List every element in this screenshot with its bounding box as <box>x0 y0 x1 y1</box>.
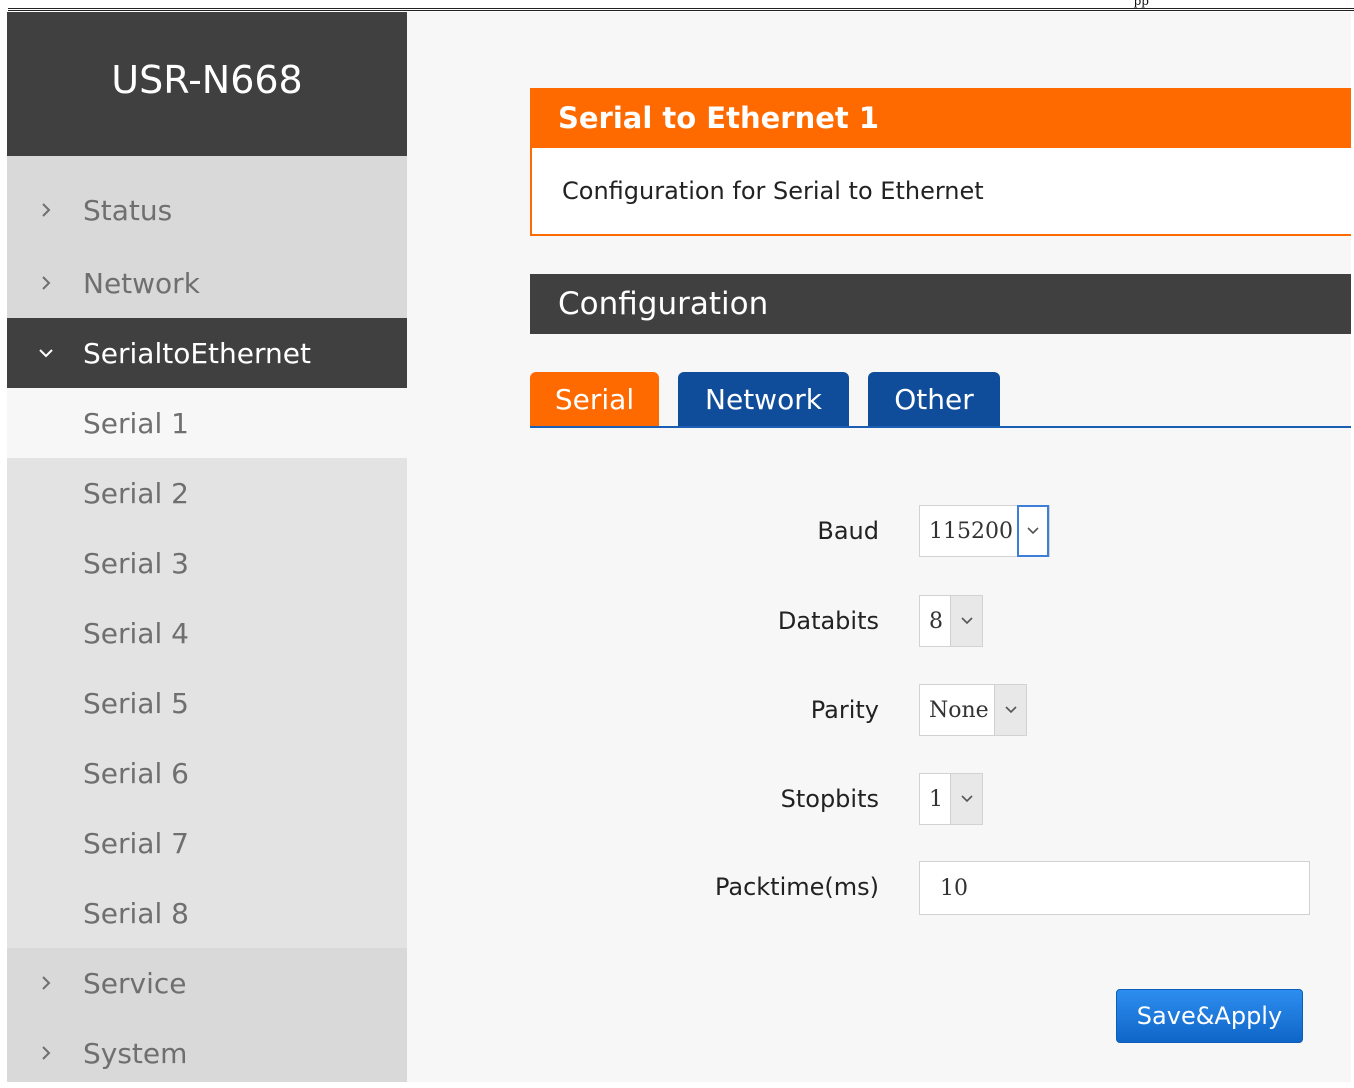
sidebar-item-serial-to-ethernet[interactable]: SerialtoEthernet <box>7 318 407 388</box>
sidebar-subitem-serial-5[interactable]: Serial 5 <box>7 668 407 738</box>
chevron-down-icon <box>1017 505 1049 557</box>
save-apply-button[interactable]: Save&Apply <box>1116 989 1303 1043</box>
sidebar-subitem-serial-6[interactable]: Serial 6 <box>7 738 407 808</box>
form-row-stopbits: Stopbits 1 <box>530 773 1351 825</box>
sidebar-item-system[interactable]: System <box>7 1018 407 1088</box>
sidebar-subitem-serial-2[interactable]: Serial 2 <box>7 458 407 528</box>
tab-network[interactable]: Network <box>678 372 849 426</box>
form-row-parity: Parity None <box>530 684 1351 736</box>
sidebar-item-label: Network <box>83 266 200 300</box>
baud-value: 115200 <box>929 518 1013 544</box>
sidebar-item-label: Status <box>83 193 173 227</box>
config-tabs: Serial Network Other <box>530 372 1351 428</box>
sidebar-subitem-serial-3[interactable]: Serial 3 <box>7 528 407 598</box>
chevron-down-icon <box>994 685 1026 735</box>
chevron-right-icon <box>39 203 53 217</box>
packtime-label: Packtime(ms) <box>714 873 879 901</box>
page-header-text: pp <box>1133 0 1149 8</box>
sidebar-item-status[interactable]: Status <box>7 172 407 248</box>
page-description: Configuration for Serial to Ethernet <box>530 148 1351 236</box>
sidebar-item-network[interactable]: Network <box>7 248 407 318</box>
sidebar-subitem-serial-8[interactable]: Serial 8 <box>7 878 407 948</box>
parity-label: Parity <box>810 696 879 724</box>
chevron-right-icon <box>39 976 53 990</box>
parity-select[interactable]: None <box>919 684 1027 736</box>
sidebar-subitem-serial-7[interactable]: Serial 7 <box>7 808 407 878</box>
sidebar-item-label: System <box>83 1036 188 1070</box>
baud-label: Baud <box>817 517 879 545</box>
page-header-rule: pp <box>8 0 1354 11</box>
parity-value: None <box>929 697 989 723</box>
databits-label: Databits <box>777 607 879 635</box>
stopbits-value: 1 <box>929 786 943 812</box>
stopbits-select[interactable]: 1 <box>919 773 983 825</box>
page-title: Serial to Ethernet 1 <box>530 88 1351 148</box>
brand-title: USR-N668 <box>7 12 407 156</box>
chevron-down-icon <box>950 596 982 646</box>
chevron-right-icon <box>39 1046 53 1060</box>
app-window: USR-N668 Status Network SerialtoEthernet… <box>7 12 1351 1082</box>
sidebar-item-label: SerialtoEthernet <box>83 336 311 370</box>
tab-other[interactable]: Other <box>868 372 1000 426</box>
form-row-packtime: Packtime(ms) 10 <box>530 861 1351 915</box>
sidebar-item-label: Service <box>83 966 187 1000</box>
form-row-baud: Baud 115200 <box>530 505 1351 557</box>
sidebar-subitem-serial-1[interactable]: Serial 1 <box>7 388 407 458</box>
databits-value: 8 <box>929 608 943 634</box>
sidebar: USR-N668 Status Network SerialtoEthernet… <box>7 12 407 1082</box>
chevron-right-icon <box>39 276 53 290</box>
sidebar-item-service[interactable]: Service <box>7 948 407 1018</box>
stopbits-label: Stopbits <box>780 785 879 813</box>
baud-select[interactable]: 115200 <box>919 505 1050 557</box>
chevron-down-icon <box>950 774 982 824</box>
main-content: Serial to Ethernet 1 Configuration for S… <box>407 12 1351 1082</box>
sidebar-subitem-serial-4[interactable]: Serial 4 <box>7 598 407 668</box>
section-heading: Configuration <box>530 274 1351 334</box>
form-row-databits: Databits 8 <box>530 595 1351 647</box>
chevron-down-icon <box>39 346 53 360</box>
databits-select[interactable]: 8 <box>919 595 983 647</box>
packtime-input[interactable]: 10 <box>919 861 1310 915</box>
tab-serial[interactable]: Serial <box>530 372 659 426</box>
